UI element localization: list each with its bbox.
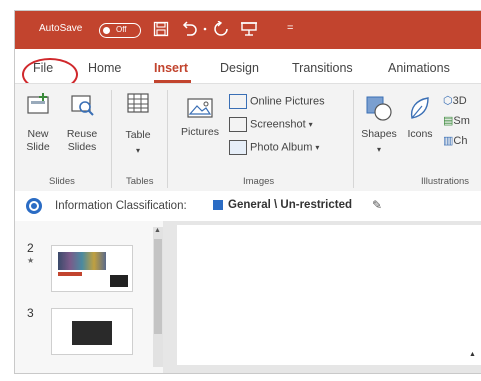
tables-group-label: Tables <box>126 176 154 187</box>
pictures-button[interactable]: Pictures <box>177 96 223 139</box>
undo-icon[interactable] <box>181 21 199 37</box>
reuse-slides-icon <box>71 95 94 116</box>
shapes-button[interactable]: Shapes ▾ <box>359 94 399 156</box>
smartart-button[interactable]: ▤Sm <box>443 114 470 127</box>
group-divider <box>167 90 168 188</box>
table-label: Table <box>125 129 151 141</box>
scrollbar-thumb[interactable] <box>154 239 162 334</box>
pictures-label: Pictures <box>181 126 219 138</box>
ribbon: New Slide Reuse Slides Slides Table ▾ Ta… <box>15 83 481 192</box>
scroll-up-icon[interactable]: ▲ <box>154 227 161 234</box>
table-dropdown-icon: ▾ <box>135 146 140 155</box>
online-pictures-icon <box>229 94 247 109</box>
smartart-icon: ▤ <box>443 115 454 127</box>
chart-button[interactable]: ▥Ch <box>443 134 467 147</box>
screenshot-dropdown-icon: ▾ <box>308 120 313 130</box>
online-pictures-button[interactable]: Online Pictures <box>229 94 325 109</box>
new-slide-button[interactable]: New Slide <box>23 92 53 154</box>
slide-canvas[interactable] <box>177 225 481 365</box>
tab-transitions[interactable]: Transitions <box>292 61 353 75</box>
redo-icon[interactable] <box>212 21 230 37</box>
photo-album-label: Photo Album <box>250 141 313 154</box>
screenshot-icon <box>229 117 247 132</box>
3d-models-label: 3D <box>452 95 467 107</box>
autosave-label: AutoSave <box>39 23 83 34</box>
smartart-label: Sm <box>453 115 470 127</box>
screenshot-label: Screenshot <box>250 118 306 131</box>
thumbnail-image <box>72 321 112 345</box>
undo-dropdown-icon[interactable] <box>201 21 209 37</box>
tab-animations[interactable]: Animations <box>388 61 450 75</box>
powerpoint-window: AutoSave Off = File Home Insert Design T… <box>14 10 481 374</box>
information-classification-bar: Information Classification: General \ Un… <box>15 191 481 222</box>
customize-qat-icon[interactable]: = <box>287 22 293 34</box>
shapes-label: Shapes <box>361 128 397 140</box>
table-button[interactable]: Table ▾ <box>121 92 155 157</box>
shapes-dropdown-icon: ▾ <box>376 145 381 154</box>
classification-value[interactable]: General \ Un-restricted <box>228 199 352 211</box>
autosave-toggle[interactable]: Off <box>99 23 141 38</box>
start-presentation-icon[interactable] <box>240 21 258 37</box>
icons-icon <box>410 97 429 119</box>
shapes-icon <box>366 96 392 121</box>
photo-album-dropdown-icon: ▾ <box>315 143 320 153</box>
reuse-slides-label: Reuse Slides <box>66 128 98 153</box>
screenshot-button[interactable]: Screenshot ▾ <box>229 117 313 132</box>
images-group-label: Images <box>243 176 275 187</box>
classification-badge <box>213 200 223 210</box>
slides-group-label: Slides <box>49 176 75 187</box>
table-icon <box>127 93 149 113</box>
toggle-knob <box>103 27 110 34</box>
slide-transition-star-icon: ★ <box>27 256 35 265</box>
autosave-state: Off <box>116 25 127 34</box>
icons-label: Icons <box>407 128 433 140</box>
thumbnail-accent-bar <box>58 272 82 276</box>
group-divider <box>111 90 112 188</box>
title-bar: AutoSave Off = <box>15 11 481 49</box>
pictures-icon <box>187 98 213 118</box>
tab-insert[interactable]: Insert <box>154 61 188 75</box>
slide-editing-area: ▲ <box>163 221 481 373</box>
slide-thumbnail-3[interactable] <box>51 308 133 355</box>
edit-pencil-icon[interactable]: ✎ <box>372 198 382 212</box>
chart-icon: ▥ <box>443 135 454 147</box>
slides-scrollbar[interactable]: ▲ <box>153 227 163 367</box>
ribbon-tabs: File Home Insert Design Transitions Anim… <box>15 49 481 83</box>
thumbnail-image <box>58 252 106 270</box>
3d-models-button[interactable]: ⬡3D <box>443 94 467 107</box>
reuse-slides-button[interactable]: Reuse Slides <box>65 92 99 154</box>
online-pictures-label: Online Pictures <box>250 95 325 108</box>
new-slide-icon <box>27 93 49 114</box>
photo-album-icon <box>229 140 247 155</box>
chart-label: Ch <box>453 135 468 147</box>
photo-album-button[interactable]: Photo Album ▾ <box>229 140 319 155</box>
slide-thumbnails-pane: 2 ★ 3 ▲ <box>15 221 163 373</box>
save-icon[interactable] <box>153 21 169 37</box>
cube-icon: ⬡ <box>443 95 453 107</box>
new-slide-label: New Slide <box>26 128 50 153</box>
tab-home[interactable]: Home <box>88 61 121 75</box>
scroll-up-icon[interactable]: ▲ <box>469 351 476 358</box>
group-divider <box>353 90 354 188</box>
slide-number: 3 <box>27 306 34 320</box>
thumbnail-image <box>110 275 128 287</box>
classification-label: Information Classification: <box>55 200 187 212</box>
slide-thumbnail-2[interactable] <box>51 245 133 292</box>
tab-design[interactable]: Design <box>220 61 259 75</box>
icons-button[interactable]: Icons <box>403 94 437 141</box>
slide-number: 2 <box>27 241 34 255</box>
classification-logo-icon <box>26 198 42 214</box>
illustrations-group-label: Illustrations <box>421 176 470 187</box>
